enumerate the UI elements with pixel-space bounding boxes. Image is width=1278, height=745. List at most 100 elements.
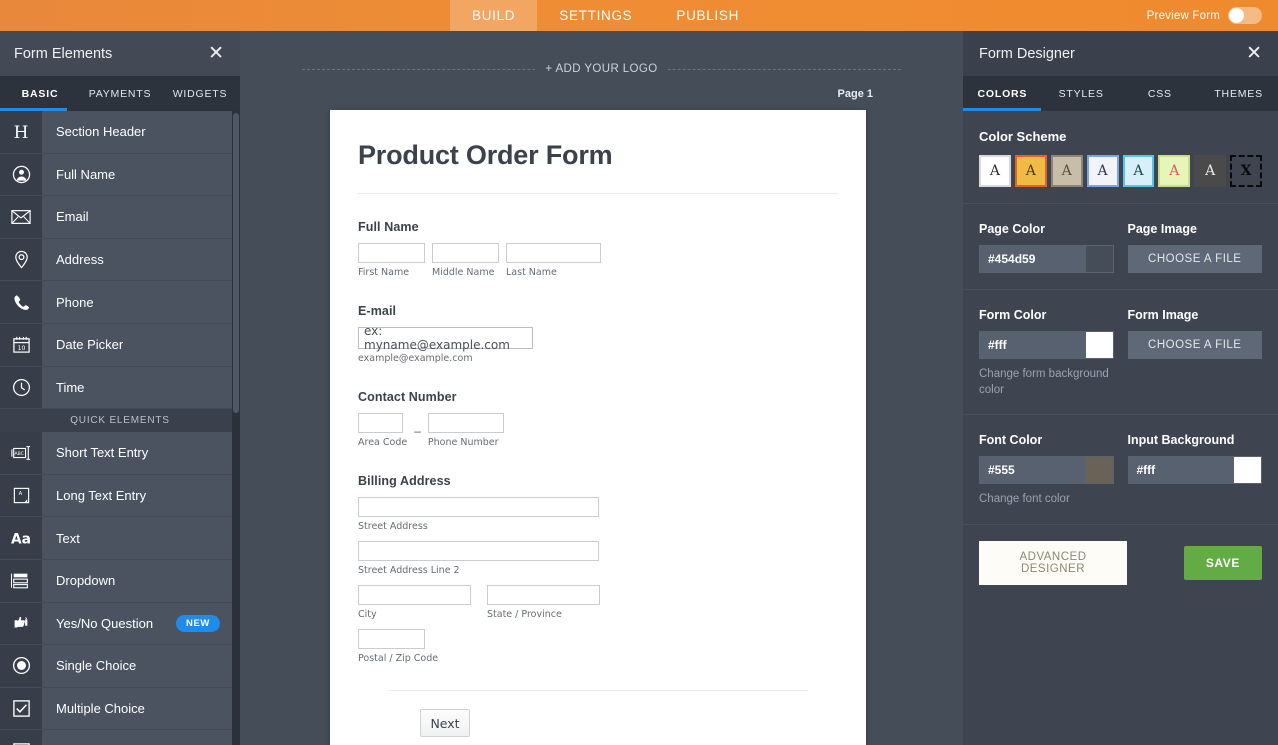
add-logo-area[interactable]: + ADD YOUR LOGO bbox=[302, 58, 901, 80]
add-logo-label[interactable]: + ADD YOUR LOGO bbox=[535, 63, 668, 75]
page-image-label: Page Image bbox=[1127, 222, 1197, 236]
sidebar-item-multiple-choice[interactable]: Multiple Choice bbox=[0, 687, 240, 731]
sidebar-item-text[interactable]: Aa Text bbox=[0, 517, 240, 560]
input-background-chip[interactable] bbox=[1233, 457, 1261, 484]
tab-css[interactable]: CSS bbox=[1121, 88, 1200, 100]
sidebar-item-address[interactable]: Address bbox=[0, 238, 240, 282]
save-button[interactable]: SAVE bbox=[1183, 545, 1262, 580]
sidebar-item-email[interactable]: Email bbox=[0, 196, 240, 239]
sidebar-item-yes-no-question[interactable]: Yes/No Question NEW bbox=[0, 602, 240, 646]
zip-input[interactable] bbox=[358, 629, 425, 649]
middle-name-group: Middle Name bbox=[432, 243, 499, 278]
color-swatch-6[interactable]: A bbox=[1158, 155, 1191, 187]
phone-icon bbox=[0, 281, 42, 323]
middle-name-input[interactable] bbox=[432, 243, 499, 263]
state-input[interactable] bbox=[487, 585, 600, 605]
area-code-input[interactable] bbox=[358, 413, 403, 433]
sidebar-item-full-name[interactable]: Full Name bbox=[0, 153, 240, 197]
heading-icon: H bbox=[0, 111, 42, 153]
page-color-chip[interactable] bbox=[1084, 246, 1113, 272]
color-swatch-5[interactable]: A bbox=[1122, 155, 1155, 187]
tab-widgets[interactable]: WIDGETS bbox=[160, 88, 240, 100]
last-name-group: Last Name bbox=[506, 243, 601, 278]
close-icon[interactable]: ✕ bbox=[1246, 44, 1262, 63]
color-swatch-4[interactable]: A bbox=[1086, 155, 1119, 187]
sidebar-item-phone[interactable]: Phone bbox=[0, 281, 240, 324]
sidebar-scrollbar[interactable] bbox=[232, 111, 240, 745]
form-color-chip[interactable] bbox=[1084, 332, 1113, 358]
partial-icon bbox=[0, 730, 42, 745]
sidebar-element-list: H Section Header Full Name Email Address bbox=[0, 111, 240, 745]
tab-basic[interactable]: BASIC bbox=[0, 88, 80, 100]
first-name-input[interactable] bbox=[358, 243, 425, 263]
preview-form-toggle[interactable] bbox=[1228, 7, 1262, 24]
tab-themes[interactable]: THEMES bbox=[1199, 88, 1278, 100]
page-color-value[interactable]: #454d59 bbox=[980, 246, 1085, 272]
input-background-input[interactable]: #fff bbox=[1127, 456, 1262, 485]
page-color-input[interactable]: #454d59 bbox=[979, 245, 1114, 273]
color-swatch-2[interactable]: A bbox=[1014, 155, 1047, 187]
field-email: E-mail ex: myname@example.com example@ex… bbox=[358, 304, 838, 364]
color-swatch-1[interactable]: A bbox=[979, 155, 1011, 187]
advanced-designer-button[interactable]: ADVANCED DESIGNER bbox=[979, 540, 1127, 585]
sidebar-item-single-choice[interactable]: Single Choice bbox=[0, 645, 240, 688]
middle-name-sublabel: Middle Name bbox=[432, 267, 495, 278]
first-name-sublabel: First Name bbox=[358, 267, 410, 278]
sidebar-item-label: Single Choice bbox=[56, 658, 137, 674]
sidebar-item-partial[interactable] bbox=[0, 730, 240, 745]
email-input[interactable]: ex: myname@example.com bbox=[358, 324, 533, 352]
sidebar-item-date-picker[interactable]: 10 Date Picker bbox=[0, 323, 240, 367]
tab-build[interactable]: BUILD bbox=[450, 0, 538, 31]
sidebar-item-time[interactable]: Time bbox=[0, 366, 240, 410]
checkbox-icon bbox=[0, 687, 42, 730]
form-color-input[interactable]: #fff bbox=[979, 331, 1114, 359]
field-billing-address: Billing Address Street Address Street Ad… bbox=[358, 474, 838, 664]
phone-separator: – bbox=[414, 423, 421, 438]
font-color-input[interactable]: #555 bbox=[979, 456, 1114, 485]
sidebar-item-dropdown[interactable]: Dropdown bbox=[0, 559, 240, 603]
svg-text:A: A bbox=[18, 491, 22, 497]
tab-settings[interactable]: SETTINGS bbox=[537, 0, 654, 31]
form-image-choose-file-button[interactable]: CHOOSE A FILE bbox=[1127, 331, 1262, 359]
form-canvas: + ADD YOUR LOGO Page 1 Product Order For… bbox=[240, 31, 963, 745]
tab-publish[interactable]: PUBLISH bbox=[654, 0, 761, 31]
next-button[interactable]: Next bbox=[420, 709, 470, 737]
phone-number-input[interactable] bbox=[427, 413, 504, 433]
font-color-value[interactable]: #555 bbox=[980, 457, 1085, 484]
close-icon[interactable]: ✕ bbox=[208, 44, 224, 63]
street-address-group: Street Address bbox=[358, 497, 838, 532]
input-background-value[interactable]: #fff bbox=[1128, 457, 1233, 484]
sidebar-item-long-text-entry[interactable]: A Long Text Entry bbox=[0, 474, 240, 518]
area-code-group: Area Code bbox=[358, 413, 407, 448]
street-address-input[interactable] bbox=[358, 497, 599, 517]
preview-form-label: Preview Form bbox=[1146, 9, 1220, 22]
tab-colors[interactable]: COLORS bbox=[963, 88, 1042, 100]
last-name-input[interactable] bbox=[506, 243, 601, 263]
city-input[interactable] bbox=[358, 585, 471, 605]
page-title: Product Order Form bbox=[358, 140, 613, 170]
scrollbar-thumb[interactable] bbox=[233, 113, 239, 413]
color-swatch-7[interactable]: A bbox=[1194, 155, 1227, 187]
sidebar-item-label: Section Header bbox=[56, 124, 146, 140]
tab-payments[interactable]: PAYMENTS bbox=[80, 88, 160, 100]
color-swatch-3[interactable]: A bbox=[1050, 155, 1083, 187]
sidebar-item-section-header[interactable]: H Section Header bbox=[0, 111, 240, 154]
street-address-2-input[interactable] bbox=[358, 541, 599, 561]
sidebar-item-label: Full Name bbox=[56, 166, 116, 182]
page-image-choose-file-button[interactable]: CHOOSE A FILE bbox=[1127, 245, 1262, 273]
sidebar-item-label: Email bbox=[56, 209, 89, 225]
designer-title: Form Designer bbox=[979, 45, 1075, 62]
person-icon bbox=[0, 153, 42, 196]
color-swatch-custom[interactable]: X bbox=[1230, 155, 1262, 187]
tab-styles[interactable]: STYLES bbox=[1042, 88, 1121, 100]
sidebar-header: Form Elements ✕ bbox=[0, 31, 240, 76]
form-color-value[interactable]: #fff bbox=[980, 332, 1085, 358]
street-address-2-sublabel: Street Address Line 2 bbox=[358, 565, 460, 576]
font-color-chip[interactable] bbox=[1084, 457, 1113, 484]
city-sublabel: City bbox=[358, 609, 377, 620]
sidebar-item-short-text-entry[interactable]: ABC Short Text Entry bbox=[0, 432, 240, 475]
top-header-bar: BUILD SETTINGS PUBLISH Preview Form bbox=[0, 0, 1278, 31]
form-color-hint: Change form background color bbox=[979, 368, 1109, 396]
page-color-group: Page Color #454d59 bbox=[979, 222, 1114, 273]
text-aa-icon: Aa bbox=[0, 517, 42, 559]
